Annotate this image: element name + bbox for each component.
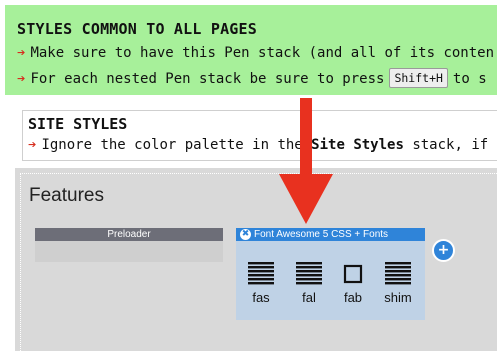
- big-arrow-down-icon: [279, 98, 333, 224]
- font-awesome-label: Font Awesome 5 CSS + Fonts: [254, 229, 389, 240]
- icon-item-shim[interactable]: shim: [380, 262, 416, 305]
- common-line-1-text: Make sure to have this Pen stack (and al…: [30, 45, 495, 61]
- site-styles-title: SITE STYLES: [28, 115, 128, 133]
- common-line-2-tail: to s: [452, 71, 487, 87]
- common-line-2-text: For each nested Pen stack be sure to pre…: [30, 71, 385, 87]
- site-styles-text: Ignore the color palette in the: [41, 137, 303, 153]
- bars-icon: [385, 262, 411, 285]
- common-styles-line-1: ➔ Make sure to have this Pen stack (and a…: [17, 45, 494, 61]
- arrow-right-icon: ➔: [17, 45, 26, 61]
- icon-label-fab: fab: [343, 290, 363, 305]
- icon-label-fal: fal: [302, 290, 316, 305]
- arrow-right-icon: ➔: [28, 137, 37, 153]
- common-styles-line-2: ➔ For each nested Pen stack be sure to pr…: [17, 68, 487, 88]
- features-title: Features: [29, 185, 104, 206]
- close-icon[interactable]: ✖: [240, 229, 251, 240]
- common-styles-title: STYLES COMMON TO ALL PAGES: [17, 20, 257, 38]
- add-stack-button[interactable]: +: [432, 239, 455, 262]
- icon-item-fas[interactable]: fas: [243, 262, 279, 305]
- common-styles-banner: STYLES COMMON TO ALL PAGES ➔ Make sure to…: [5, 5, 497, 96]
- square-outline-icon: [343, 264, 363, 284]
- icon-item-fab[interactable]: fab: [335, 262, 371, 305]
- bars-icon: [248, 262, 274, 285]
- site-styles-box: SITE STYLES ➔ Ignore the color palette in…: [22, 110, 497, 161]
- shift-h-key: Shift+H: [389, 68, 448, 88]
- preloader-header[interactable]: Preloader: [35, 228, 223, 241]
- arrow-right-icon: ➔: [17, 71, 26, 87]
- site-styles-line: ➔ Ignore the color palette in the Site St…: [28, 137, 488, 153]
- bars-icon: [296, 262, 322, 285]
- icon-label-fas: fas: [252, 290, 270, 305]
- icon-label-shim: shim: [384, 290, 412, 305]
- icon-item-fal[interactable]: fal: [291, 262, 327, 305]
- site-styles-tail: stack, if: [412, 137, 489, 153]
